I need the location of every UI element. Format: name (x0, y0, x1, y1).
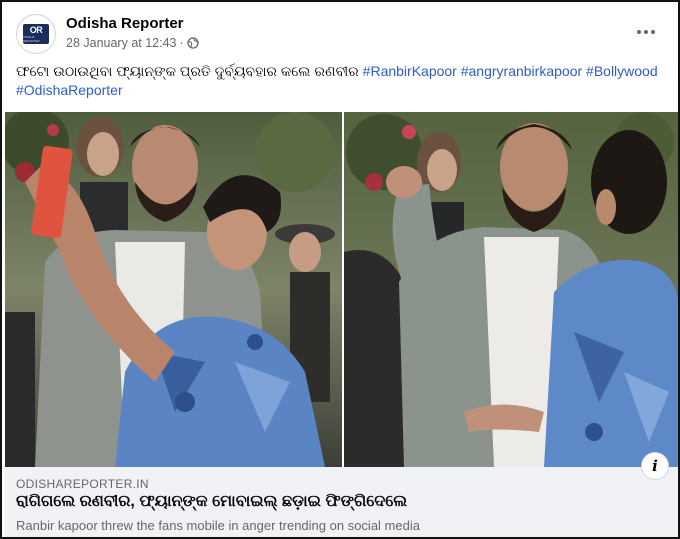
caption-text: ଫଟୋ ଉଠାଉଥିବା ଫ୍ୟାନ୍‌ଙ୍କ ପ୍ରତି ଦୁର୍ବ୍ୟବହା… (16, 63, 359, 79)
hashtag-odishareporter[interactable]: #OdishaReporter (16, 82, 123, 98)
hashtag-bollywood[interactable]: #Bollywood (586, 63, 658, 79)
logo-mark: OR (29, 24, 43, 35)
post-date[interactable]: 28 January at 12:43 (66, 36, 177, 50)
photo-left-selfie (5, 112, 342, 467)
odisha-reporter-logo: OR ODISHA REPORTER (23, 24, 49, 44)
hashtag-angryranbirkapoor[interactable]: #angryranbirkapoor (461, 63, 582, 79)
link-title[interactable]: ରାଗିଗଲେ ରଣବୀର, ଫ୍ୟାନ୍‌ଙ୍କ ମୋବାଇଲ୍ ଛଡ଼ାଇ … (16, 493, 407, 511)
link-description: Ranbir kapoor threw the fans mobile in a… (16, 518, 420, 533)
info-icon[interactable]: i (641, 452, 669, 480)
post-meta: 28 January at 12:43 · (66, 36, 199, 50)
link-preview[interactable]: ODISHAREPORTER.IN ରାଗିଗଲେ ରଣବୀର, ଫ୍ୟାନ୍‌… (5, 452, 678, 537)
hashtag-ranbirkapoor[interactable]: #RanbirKapoor (363, 63, 457, 79)
logo-subtitle: ODISHA REPORTER (23, 34, 40, 43)
page-name[interactable]: Odisha Reporter (66, 15, 184, 32)
post-caption: ଫଟୋ ଉଠାଉଥିବା ଫ୍ୟାନ୍‌ଙ୍କ ପ୍ରତି ଦୁର୍ବ୍ୟବହା… (16, 62, 666, 100)
page-avatar[interactable]: OR ODISHA REPORTER (16, 14, 56, 54)
post-header: OR ODISHA REPORTER Odisha Reporter 28 Ja… (16, 14, 664, 58)
meta-separator: · (179, 36, 184, 50)
link-domain: ODISHAREPORTER.IN (16, 477, 149, 491)
post-image[interactable] (5, 112, 678, 467)
more-options-icon[interactable] (632, 20, 660, 44)
photo-right-confrontation (344, 112, 678, 467)
globe-icon (187, 37, 199, 49)
facebook-post-card: OR ODISHA REPORTER Odisha Reporter 28 Ja… (0, 0, 680, 539)
